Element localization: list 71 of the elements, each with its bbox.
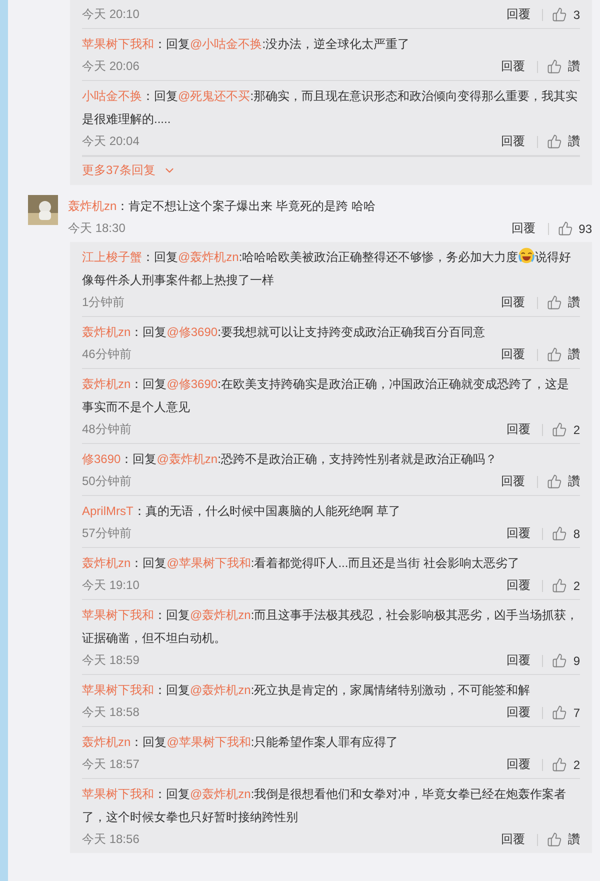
timestamp: 48分钟前 — [82, 421, 132, 438]
reply-link[interactable]: 回覆 — [506, 6, 530, 23]
like-button[interactable]: 讚 — [547, 473, 580, 490]
timestamp: 今天 18:58 — [82, 704, 140, 721]
thumbs-up-icon — [552, 653, 568, 668]
laughing-emoji-icon — [518, 247, 536, 264]
reply-text: 苹果树下我和：回复@轰炸机zn:而且这事手法极其残忍，社会影响极其恶劣，凶手当场抓获，证据确凿，但不坦白动机。 — [82, 607, 580, 647]
like-button[interactable]: 讚 — [547, 346, 580, 363]
like-button[interactable]: 8 — [552, 526, 580, 541]
like-button[interactable]: 2 — [552, 422, 580, 437]
reply-link[interactable]: 回覆 — [512, 220, 536, 237]
like-button[interactable]: 7 — [552, 705, 580, 720]
thumbs-up-icon — [552, 526, 568, 541]
like-button[interactable]: 2 — [552, 578, 580, 593]
reply-text: 江上梭子蟹：回复@轰炸机zn:哈哈哈欧美被政治正确整得还不够惨，务必加大力度 说得好像每件杀人刑事案件都上热搜了一样 — [82, 246, 580, 292]
reply-link[interactable]: 回覆 — [501, 831, 525, 848]
reply-text: AprilMrsT：真的无语，什么时候中国裹脑的人能死绝啊 草了 — [82, 503, 402, 520]
thumbs-up-icon — [552, 705, 568, 720]
reply-link[interactable]: 回覆 — [501, 58, 525, 75]
timestamp: 今天 20:04 — [82, 133, 140, 150]
comment-text: 轰炸机zn：肯定不想让这个案子爆出来 毕竟死的是跨 哈哈 — [68, 198, 376, 215]
like-button[interactable]: 9 — [552, 653, 580, 668]
reply-text: 轰炸机zn：回复@修3690:在欧美支持跨确实是政治正确，冲国政治正确就变成恐跨了，这是事实而不是个人意见 — [82, 376, 570, 416]
thumbs-up-icon — [547, 59, 562, 74]
timestamp: 今天 18:56 — [82, 831, 140, 848]
like-button[interactable]: 3 — [552, 7, 580, 22]
thumbs-up-icon — [547, 347, 562, 362]
reply-link[interactable]: 回覆 — [506, 577, 530, 594]
timestamp: 今天 20:06 — [82, 58, 140, 75]
thumbs-up-icon — [552, 422, 568, 437]
timestamp: 今天 18:30 — [68, 220, 126, 237]
reply-link[interactable]: 回覆 — [506, 525, 530, 542]
like-button[interactable]: 讚 — [547, 133, 580, 150]
thumbs-up-icon — [547, 832, 562, 847]
reply-text: 轰炸机zn：回复@苹果树下我和:看着都觉得吓人...而且还是当街 社会影响太恶劣了 — [82, 555, 521, 572]
thumbs-up-icon — [552, 578, 568, 593]
reply-text: 修3690：回复@轰炸机zn:恐跨不是政治正确，支持跨性别者就是政治正确吗？ — [82, 451, 498, 468]
like-button[interactable]: 讚 — [547, 58, 580, 75]
reply-text: 小咕金不换：回复@死鬼还不买:那确实，而且现在意识形态和政治倾向变得那么重要，我其实是很难理解的..... — [82, 88, 579, 128]
thumbs-up-icon — [547, 134, 562, 149]
reply-link[interactable]: 回覆 — [501, 133, 525, 150]
timestamp: 今天 20:10 — [82, 6, 140, 23]
reply-text: 苹果树下我和：回复@轰炸机zn:死立执是肯定的，家属情绪特别激动，不可能签和解 — [82, 682, 532, 699]
timestamp: 今天 18:59 — [82, 652, 140, 669]
reply-link[interactable]: 回覆 — [506, 421, 530, 438]
timestamp: 今天 19:10 — [82, 577, 140, 594]
like-button[interactable]: 讚 — [547, 831, 580, 848]
reply-link[interactable]: 回覆 — [501, 473, 525, 490]
timestamp: 57分钟前 — [82, 525, 132, 542]
like-button[interactable]: 讚 — [547, 294, 580, 311]
like-button[interactable]: 2 — [552, 757, 580, 772]
thumbs-up-icon — [547, 295, 562, 310]
like-button[interactable]: 93 — [558, 221, 592, 236]
thumbs-up-icon — [558, 221, 573, 236]
reply-link[interactable]: 回覆 — [501, 346, 525, 363]
thumbs-up-icon — [547, 474, 562, 489]
reply-link[interactable]: 回覆 — [506, 756, 530, 773]
timestamp: 今天 18:57 — [82, 756, 140, 773]
timestamp: 46分钟前 — [82, 346, 132, 363]
thumbs-up-icon — [552, 7, 568, 22]
reply-text: 苹果树下我和：回复@轰炸机zn:我倒是很想看他们和女拳对冲，毕竟女拳已经在炮轰作案者了，这个时候女拳也只好暂时接纳跨性别 — [82, 786, 568, 826]
reply-link[interactable]: 回覆 — [506, 704, 530, 721]
avatar — [28, 195, 58, 225]
timestamp: 1分钟前 — [82, 294, 126, 311]
reply-link[interactable]: 回覆 — [501, 294, 525, 311]
reply-text: 苹果树下我和：回复@小咕金不换:没办法，逆全球化太严重了 — [82, 36, 411, 53]
timestamp: 50分钟前 — [82, 473, 132, 490]
reply-text: 轰炸机zn：回复@苹果树下我和:只能希望作案人罪有应得了 — [82, 734, 400, 751]
reply-link[interactable]: 回覆 — [506, 652, 530, 669]
reply-text: 轰炸机zn：回复@修3690:要我想就可以让支持跨变成政治正确我百分百同意 — [82, 324, 486, 341]
thumbs-up-icon — [552, 757, 568, 772]
